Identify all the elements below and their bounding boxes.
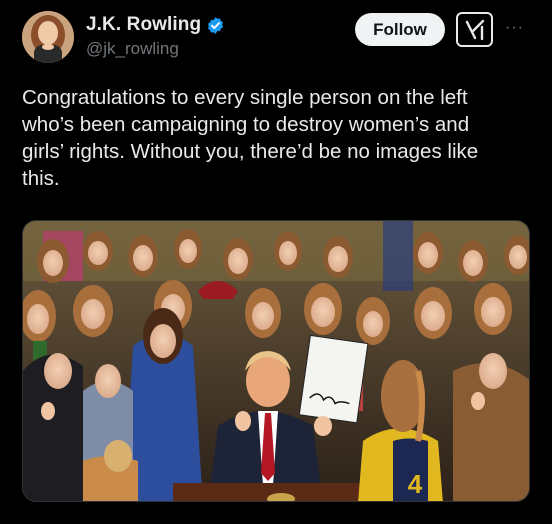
display-name[interactable]: J.K. Rowling: [86, 14, 201, 36]
signed-document: [298, 334, 369, 424]
crowd-photo: 4: [23, 221, 529, 501]
grok-icon: [465, 19, 484, 40]
author-name-row: J.K. Rowling: [86, 14, 225, 36]
avatar[interactable]: [22, 11, 74, 63]
jersey-number: 4: [408, 469, 423, 499]
more-icon[interactable]: ···: [505, 20, 524, 36]
verified-badge-icon: [206, 16, 225, 35]
post: J.K. Rowling @jk_rowling Follow ··· Cong…: [0, 0, 552, 524]
post-image[interactable]: 4: [22, 220, 530, 502]
grok-button[interactable]: [456, 12, 493, 47]
avatar-image: [22, 11, 74, 63]
follow-button[interactable]: Follow: [355, 13, 445, 46]
post-text: Congratulations to every single person o…: [22, 86, 479, 190]
author-handle[interactable]: @jk_rowling: [86, 39, 179, 59]
